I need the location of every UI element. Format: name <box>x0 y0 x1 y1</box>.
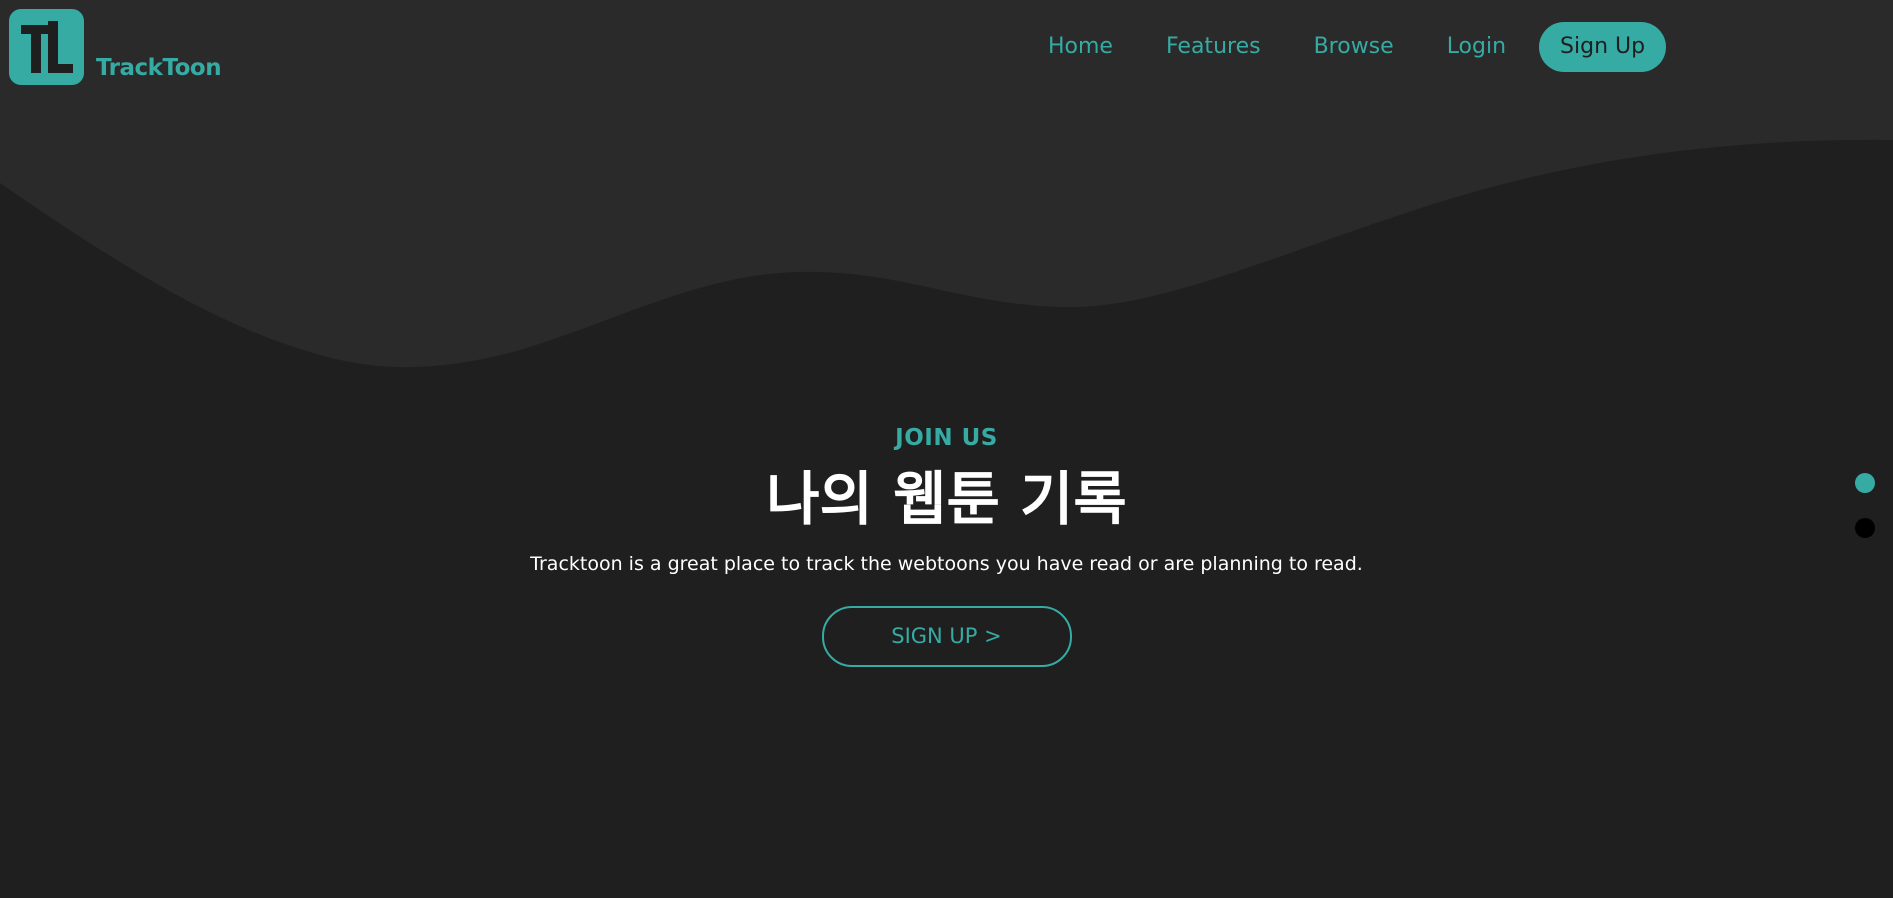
nav-browse[interactable]: Browse <box>1314 22 1394 72</box>
hero-section: JOIN US 나의 웹툰 기록 Tracktoon is a great pl… <box>0 420 1893 667</box>
main-nav: Home Features Browse Login Sign Up <box>1048 22 1667 72</box>
hero-eyebrow: JOIN US <box>895 425 998 451</box>
hero-description: Tracktoon is a great place to track the … <box>530 553 1363 575</box>
logo-icon <box>9 9 84 85</box>
nav-home[interactable]: Home <box>1048 22 1113 72</box>
brand-logo[interactable]: TrackToon <box>9 9 222 85</box>
brand-name: TrackToon <box>96 55 222 81</box>
logo-letters-graphic <box>21 21 73 73</box>
hero-title: 나의 웹툰 기록 <box>766 465 1127 533</box>
nav-features[interactable]: Features <box>1166 22 1261 72</box>
slide-dot-2[interactable] <box>1855 518 1875 538</box>
landing-page: TrackToon Home Features Browse Login Sig… <box>0 0 1893 898</box>
nav-login[interactable]: Login <box>1447 22 1506 72</box>
hero-signup-button[interactable]: SIGN UP > <box>821 606 1072 667</box>
slide-pagination <box>1855 473 1875 563</box>
slide-dot-1[interactable] <box>1855 473 1875 493</box>
nav-signup-button[interactable]: Sign Up <box>1539 22 1667 72</box>
